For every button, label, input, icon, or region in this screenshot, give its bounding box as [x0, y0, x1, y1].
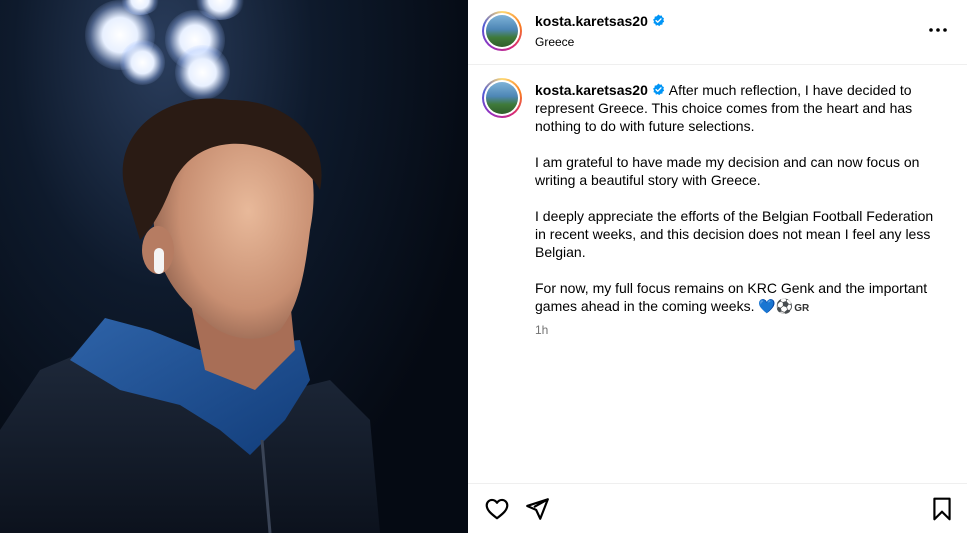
caption-username[interactable]: kosta.karetsas20 [535, 82, 648, 98]
post-panel: kosta.karetsas20 Greece kosta.karetsas20… [468, 0, 967, 533]
post-location[interactable]: Greece [535, 35, 665, 49]
caption-text-3: I deeply appreciate the efforts of the B… [535, 208, 934, 260]
author-avatar[interactable] [482, 11, 522, 51]
post-image[interactable] [0, 0, 468, 533]
caption-text-2: I am grateful to have made my decision a… [535, 154, 920, 188]
heart-icon[interactable] [484, 496, 510, 522]
more-options-icon[interactable] [927, 20, 949, 40]
post-caption: kosta.karetsas20 After much reflection, … [535, 81, 943, 318]
verified-badge-icon [652, 14, 665, 27]
caption-text-4: For now, my full focus remains on KRC Ge… [535, 280, 928, 314]
bookmark-icon[interactable] [929, 496, 955, 522]
blue-heart-emoji: 💙 [758, 298, 776, 314]
post-header: kosta.karetsas20 Greece [468, 0, 967, 65]
player-illustration [0, 98, 380, 533]
author-username[interactable]: kosta.karetsas20 [535, 13, 648, 29]
caption-author-avatar[interactable] [482, 78, 522, 118]
send-icon[interactable] [524, 496, 550, 522]
post-action-bar [468, 483, 967, 534]
soccer-ball-emoji: ⚽ [775, 298, 794, 314]
greece-flag-emoji: GR [794, 303, 810, 314]
verified-badge-icon [652, 83, 665, 96]
post-timestamp[interactable]: 1h [535, 323, 548, 337]
